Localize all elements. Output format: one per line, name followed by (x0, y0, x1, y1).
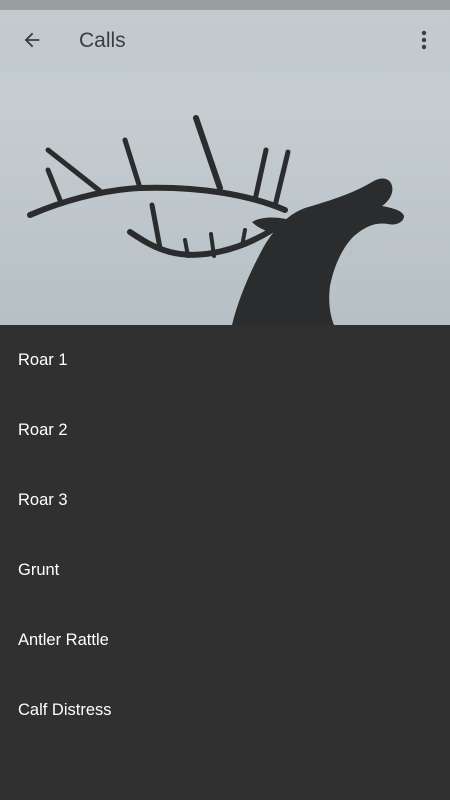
list-item-antler-rattle[interactable]: Antler Rattle (0, 605, 450, 675)
list-item-label: Roar 2 (18, 420, 68, 439)
list-item-roar-2[interactable]: Roar 2 (0, 395, 450, 465)
list-item-calf-distress[interactable]: Calf Distress (0, 675, 450, 745)
calls-list: Roar 1 Roar 2 Roar 3 Grunt Antler Rattle… (0, 325, 450, 800)
overflow-menu-button[interactable] (406, 20, 442, 60)
list-item-label: Roar 1 (18, 350, 68, 369)
list-item-label: Antler Rattle (18, 630, 109, 649)
back-button[interactable] (12, 20, 52, 60)
list-item-roar-3[interactable]: Roar 3 (0, 465, 450, 535)
list-item-grunt[interactable]: Grunt (0, 535, 450, 605)
status-bar (0, 0, 450, 10)
app-bar: Calls (0, 10, 450, 72)
arrow-back-icon (24, 32, 40, 48)
list-item-label: Grunt (18, 560, 60, 579)
more-vert-icon (421, 30, 427, 50)
list-item-label: Calf Distress (18, 700, 112, 719)
page-title: Calls (79, 29, 126, 52)
list-item-label: Roar 3 (18, 490, 68, 509)
list-item-roar-1[interactable]: Roar 1 (0, 325, 450, 395)
